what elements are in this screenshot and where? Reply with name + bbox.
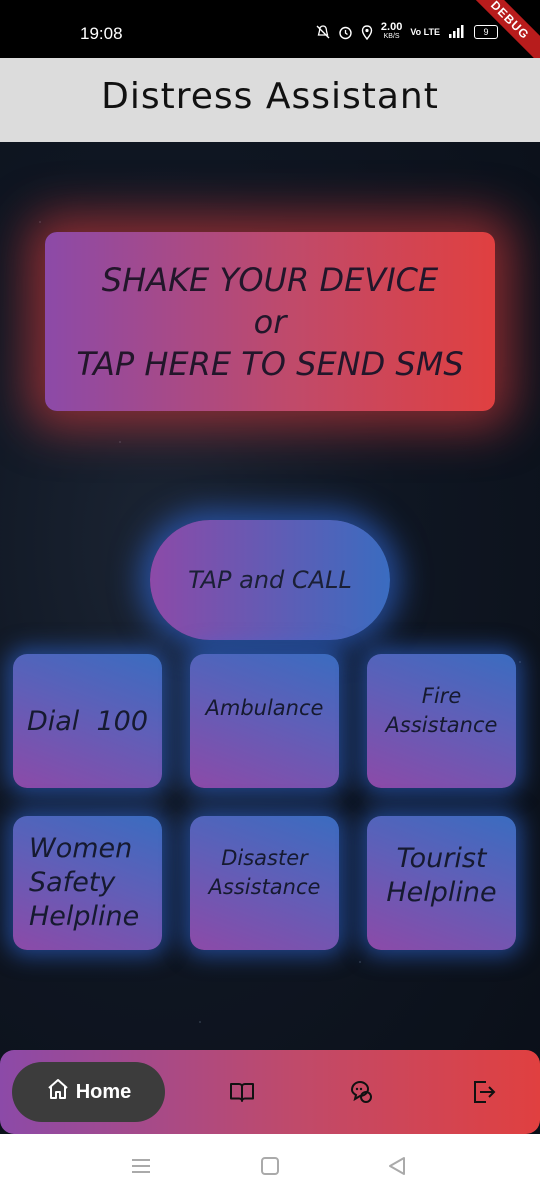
tile-label: Ambulance (206, 696, 324, 720)
signal-icon (448, 25, 466, 39)
status-bar: 19:08 2.00 KB/S Vo LTE 9 DEBUG (0, 0, 540, 70)
location-icon (361, 24, 373, 40)
tile-label: Tourist Helpline (386, 842, 496, 910)
fire-assistance-button[interactable]: Fire Assistance (367, 654, 516, 788)
disaster-assistance-button[interactable]: Disaster Assistance (190, 816, 339, 950)
status-time: 19:08 (80, 24, 123, 43)
bottom-nav: Home (0, 1050, 540, 1134)
tile-line: Assistance (208, 875, 321, 899)
system-nav-bar (0, 1134, 540, 1200)
logout-icon[interactable] (470, 1078, 498, 1106)
network-speed: 2.00 KB/S (381, 22, 402, 42)
nav-home-label: Home (75, 1080, 132, 1103)
tile-label: Fire Assistance (386, 682, 498, 740)
women-safety-helpline-button[interactable]: Women Safety Helpline (13, 816, 162, 950)
menu-icon[interactable] (130, 1156, 152, 1180)
tile-line: Helpline (29, 901, 140, 932)
tap-and-call-button[interactable]: TAP and CALL (150, 520, 390, 640)
call-button-label: TAP and CALL (188, 566, 352, 594)
sms-line-1: SHAKE YOUR DEVICE (101, 260, 439, 299)
tile-line: Women (29, 833, 133, 864)
alarm-icon (338, 25, 353, 40)
tile-line: Ambulance (205, 696, 324, 720)
home-icon (46, 1077, 70, 1107)
tile-line: Tourist (396, 843, 487, 874)
sms-line-2: or (253, 302, 287, 341)
volte-indicator: Vo LTE (410, 27, 440, 37)
sms-line-3: TAP HERE TO SEND SMS (76, 344, 464, 383)
tile-line: Safety (29, 867, 116, 898)
book-icon[interactable] (228, 1078, 256, 1106)
ambulance-button[interactable]: Ambulance (190, 654, 339, 788)
tile-line: Fire (421, 684, 462, 708)
nav-home-tab[interactable]: Home (12, 1062, 165, 1122)
home-square-icon[interactable] (259, 1156, 281, 1180)
tourist-helpline-button[interactable]: Tourist Helpline (367, 816, 516, 950)
mute-icon (316, 25, 330, 39)
main-content: SHAKE YOUR DEVICE or TAP HERE TO SEND SM… (0, 142, 540, 1142)
app-bar: Distress Assistant (0, 58, 540, 142)
chat-icon[interactable] (348, 1078, 376, 1106)
speed-unit: KB/S (383, 33, 400, 40)
battery-level: 9 (483, 27, 489, 37)
send-sms-button[interactable]: SHAKE YOUR DEVICE or TAP HERE TO SEND SM… (45, 232, 495, 411)
tile-line: Dial 100 (26, 705, 149, 737)
tile-line: Helpline (386, 877, 497, 908)
status-icons: 2.00 KB/S Vo LTE 9 (316, 22, 498, 42)
tile-label: Disaster Assistance (209, 844, 321, 902)
dial-100-button[interactable]: Dial 100 (13, 654, 162, 788)
battery-icon: 9 (474, 25, 498, 39)
tile-label: Dial 100 (27, 706, 148, 737)
app-title: Distress Assistant (101, 76, 439, 117)
back-icon[interactable] (386, 1156, 408, 1180)
tile-label: Women Safety Helpline (29, 832, 139, 934)
tile-line: Assistance (385, 713, 498, 737)
tile-line: Disaster (221, 846, 308, 870)
